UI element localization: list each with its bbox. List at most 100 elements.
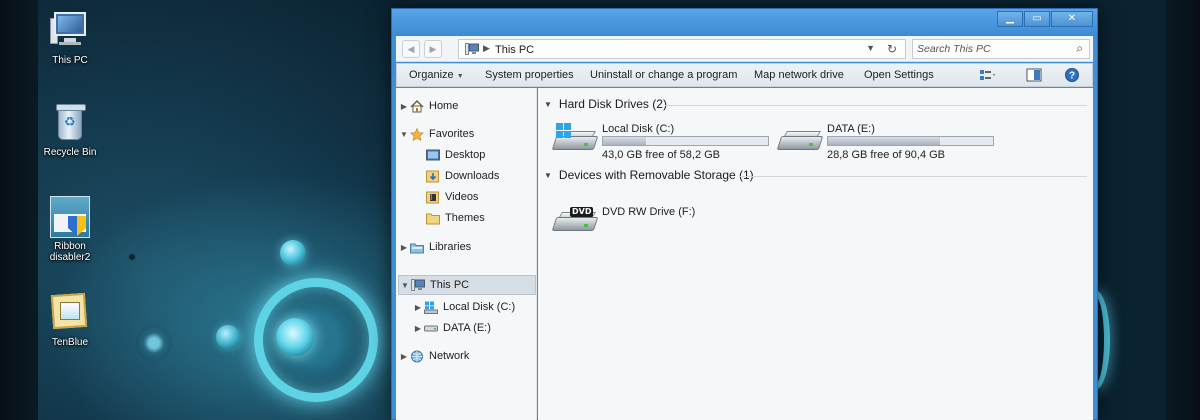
nav-item-network[interactable]: ▶ Network (398, 346, 534, 366)
nav-item-local-disk[interactable]: ▶ Local Disk (C:) (412, 297, 534, 317)
search-icon[interactable]: ⌕ (1076, 41, 1083, 56)
group-header-removable[interactable]: ▼ Devices with Removable Storage (1) (544, 168, 754, 182)
drive-name: DVD RW Drive (F:) (602, 206, 696, 218)
chevron-down-icon[interactable]: ▼ (544, 171, 552, 180)
hard-drive-icon (424, 325, 438, 331)
dvd-drive-icon: DVD (551, 207, 599, 232)
chevron-right-icon[interactable]: ▶ (398, 102, 410, 111)
drive-usage-bar (602, 136, 769, 146)
navigation-pane: ▶ Home ▼ Favorites Desktop Downloads Vid… (396, 88, 537, 420)
hard-drive-icon (776, 131, 824, 151)
desktop-icon-this-pc[interactable]: This PC (30, 10, 110, 66)
nav-label: Desktop (445, 149, 486, 161)
computer-icon (411, 278, 425, 291)
search-box[interactable]: ⌕ (912, 39, 1090, 59)
drive-tile-c[interactable]: Local Disk (C:) 43,0 GB free of 58,2 GB (551, 123, 774, 163)
forward-button[interactable]: ▶ (424, 40, 442, 58)
drive-tile-dvd[interactable]: DVD DVD RW Drive (F:) (551, 206, 714, 240)
nav-label: Network (429, 350, 470, 362)
close-button[interactable]: ✕ (1051, 11, 1093, 27)
chevron-right-icon[interactable]: ▶ (412, 324, 424, 333)
nav-item-desktop[interactable]: Desktop (426, 145, 534, 165)
desktop-icon-recycle-bin[interactable]: Recycle Bin (30, 102, 110, 158)
drive-tile-e[interactable]: DATA (E:) 28,8 GB free of 90,4 GB (776, 123, 999, 163)
address-path[interactable]: This PC (495, 44, 534, 56)
maximize-button[interactable]: ▭ (1024, 11, 1050, 27)
desktop-icon-label: Ribbon disabler2 (49, 241, 91, 263)
dvd-badge: DVD (570, 207, 594, 217)
wallpaper-ring-core (276, 318, 314, 356)
nav-item-data-drive[interactable]: ▶ DATA (E:) (412, 318, 534, 338)
libraries-icon (410, 243, 424, 253)
forward-arrow-icon: ▶ (429, 44, 437, 54)
nav-label: This PC (430, 279, 470, 291)
ribbon-disabler-icon (50, 196, 90, 238)
nav-item-this-pc[interactable]: ▼ This PC (398, 275, 536, 295)
star-icon (410, 127, 424, 141)
search-input[interactable] (917, 42, 1067, 56)
downloads-folder-icon (426, 170, 439, 182)
nav-item-favorites[interactable]: ▼ Favorites (398, 124, 534, 144)
nav-item-home[interactable]: ▶ Home (398, 96, 534, 116)
content-pane: ▼ Hard Disk Drives (2) Local Disk (C:) 4… (538, 88, 1093, 420)
uninstall-program-button[interactable]: Uninstall or change a program (590, 69, 737, 81)
nav-label: Home (429, 100, 459, 112)
organize-menu[interactable]: Organize ▼ (409, 69, 464, 81)
desktop-icon-label: Recycle Bin (43, 147, 97, 158)
wallpaper-bubble (280, 240, 306, 266)
nav-label: Videos (445, 191, 479, 203)
group-title: Hard Disk Drives (2) (558, 97, 667, 111)
wallpaper-ring (254, 278, 378, 402)
help-icon[interactable]: ? (1063, 67, 1081, 83)
preview-pane-icon[interactable] (1025, 67, 1043, 83)
chevron-right-icon[interactable]: ▶ (412, 303, 424, 312)
chevron-down-icon[interactable]: ▼ (399, 281, 411, 290)
desktop-folder-icon (426, 149, 440, 160)
breadcrumb-separator-icon: ▶ (483, 43, 490, 53)
network-icon (411, 350, 423, 362)
group-header-hard-disks[interactable]: ▼ Hard Disk Drives (2) (544, 97, 667, 111)
address-bar[interactable]: ▶ This PC ▼ ↻ (458, 39, 906, 59)
drive-free-space: 28,8 GB free of 90,4 GB (827, 149, 946, 161)
nav-item-libraries[interactable]: ▶ Libraries (398, 237, 534, 257)
nav-label: Local Disk (C:) (443, 301, 516, 313)
chevron-right-icon[interactable]: ▶ (398, 243, 410, 252)
tenblue-icon (50, 292, 90, 332)
nav-item-videos[interactable]: Videos (426, 187, 534, 207)
desktop-icon-ribbon-disabler[interactable]: Ribbon disabler2 (30, 196, 110, 263)
group-divider (665, 105, 1087, 106)
title-bar[interactable]: ▁ ▭ ✕ (392, 9, 1097, 36)
chevron-right-icon[interactable]: ▶ (398, 352, 410, 361)
system-properties-button[interactable]: System properties (485, 69, 574, 81)
this-pc-icon (50, 10, 90, 50)
system-drive-icon (551, 123, 599, 151)
desktop-icon-tenblue[interactable]: TenBlue (30, 292, 110, 348)
group-divider (739, 176, 1087, 177)
nav-item-themes[interactable]: Themes (426, 208, 534, 228)
command-bar: Organize ▼ System properties Uninstall o… (396, 63, 1093, 87)
minimize-button[interactable]: ▁ (997, 11, 1023, 27)
chevron-down-icon: ▼ (456, 73, 464, 80)
desktop-icon-label: TenBlue (51, 337, 89, 348)
chevron-down-icon[interactable]: ▼ (398, 130, 410, 139)
drive-name: Local Disk (C:) (602, 123, 675, 135)
map-network-drive-button[interactable]: Map network drive (754, 69, 844, 81)
home-icon (410, 99, 424, 112)
chevron-down-icon[interactable]: ▼ (544, 100, 552, 109)
folder-icon (426, 213, 440, 224)
desktop-icon-label: This PC (52, 55, 88, 66)
wallpaper-bubble (216, 325, 240, 349)
drive-free-space: 43,0 GB free of 58,2 GB (602, 149, 721, 161)
refresh-icon[interactable]: ↻ (887, 42, 897, 56)
nav-label: Downloads (445, 170, 500, 182)
view-options-icon[interactable] (979, 67, 997, 83)
nav-label: Favorites (429, 128, 475, 140)
address-dropdown-icon[interactable]: ▼ (866, 43, 875, 53)
open-settings-button[interactable]: Open Settings (864, 69, 934, 81)
nav-label: Themes (445, 212, 485, 224)
back-button[interactable]: ◀ (402, 40, 420, 58)
nav-item-downloads[interactable]: Downloads (426, 166, 534, 186)
nav-label: Libraries (429, 241, 472, 253)
drive-name: DATA (E:) (827, 123, 875, 135)
back-arrow-icon: ◀ (407, 44, 415, 54)
